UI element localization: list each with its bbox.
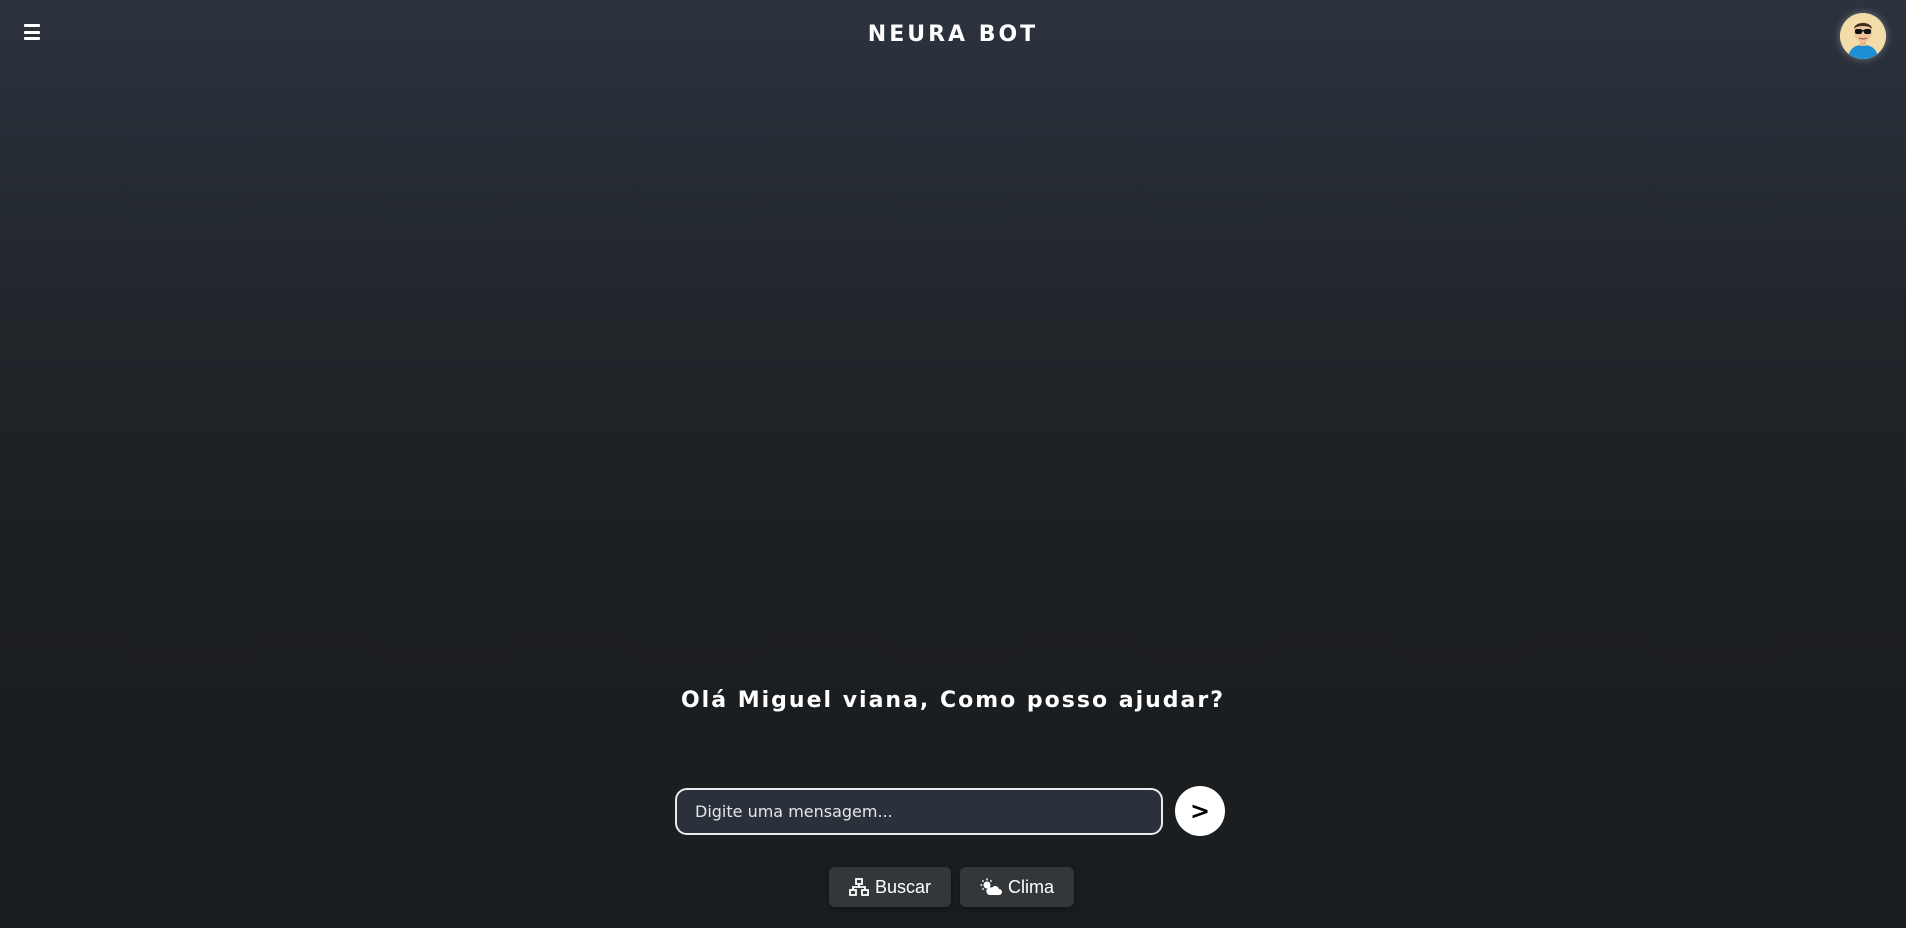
send-button[interactable]: > xyxy=(1175,786,1225,836)
user-avatar-icon xyxy=(1840,13,1886,59)
quick-actions: Buscar Clima xyxy=(829,867,1075,907)
network-icon xyxy=(849,878,869,896)
greeting-text: Olá Miguel viana, Como posso ajudar? xyxy=(680,688,1225,713)
search-button[interactable]: Buscar xyxy=(829,867,952,907)
weather-button[interactable]: Clima xyxy=(960,867,1075,907)
message-input[interactable] xyxy=(675,787,1163,835)
app-title: NEURA BOT xyxy=(867,22,1039,47)
sun-cloud-icon xyxy=(980,878,1003,895)
message-composer: > xyxy=(675,786,1225,836)
search-button-label: Buscar xyxy=(875,876,932,897)
weather-button-label: Clima xyxy=(1008,876,1055,897)
user-avatar[interactable] xyxy=(1840,13,1886,59)
